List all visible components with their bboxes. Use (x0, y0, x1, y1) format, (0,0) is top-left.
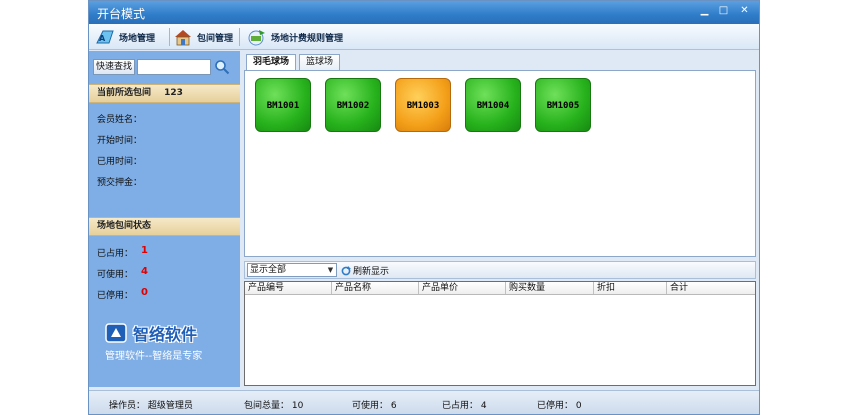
room-mgmt-label: 包间管理 (197, 33, 234, 44)
quick-search-input[interactable] (137, 58, 211, 75)
title-bar: 开台模式 ▁ □ ✕ (89, 1, 759, 24)
table-header: 产品编号 产品名称 产品单价 购买数量 折扣 合计 (245, 282, 755, 295)
close-button[interactable]: ✕ (737, 4, 752, 18)
company-logo: 智络软件 管理软件--智络是专家 (105, 321, 235, 365)
status-header: 场地包间状态 (89, 217, 240, 236)
column-header[interactable]: 产品名称 (332, 282, 419, 294)
billing-icon (248, 30, 265, 46)
selected-room-value: 123 (164, 88, 183, 98)
left-panel: 快速查找 当前所选包间 123 会员姓名： 开始时间： 已用时间： 预交押金： … (89, 51, 240, 387)
deposit-label: 预交押金： (97, 178, 143, 188)
chevron-down-icon: ▼ (327, 266, 334, 274)
column-header[interactable]: 产品编号 (245, 282, 332, 294)
maximize-button[interactable]: □ (716, 4, 731, 18)
window-title: 开台模式 (97, 7, 146, 21)
total-rooms-status: 包间总量： 10 (244, 401, 304, 411)
logo-icon (105, 323, 127, 343)
court-tile[interactable]: BM1005 (535, 78, 591, 132)
status-bar: 操作员： 超级管理员 包间总量： 10 可使用： 6 已占用： 4 已停用： 0 (89, 390, 759, 414)
selected-room-header: 当前所选包间 123 (89, 84, 240, 103)
stopped-label: 已停用： (97, 291, 134, 301)
billing-rules-button[interactable]: 场地计费规则管理 (247, 27, 343, 47)
venue-tabs: 羽毛球场 篮球场 (246, 54, 343, 71)
logo-slogan: 管理软件--智络是专家 (105, 351, 203, 362)
selected-room-label: 当前所选包间 (97, 88, 152, 98)
billing-rules-label: 场地计费规则管理 (271, 33, 344, 44)
column-header[interactable]: 折扣 (594, 282, 667, 294)
filter-bar: 显示全部 ▼ 刷新显示 (244, 261, 756, 279)
display-filter-value: 显示全部 (250, 265, 287, 275)
court-tile[interactable]: BM1002 (325, 78, 381, 132)
court-grid: BM1001 BM1002 BM1003 BM1004 BM1005 (244, 70, 756, 257)
start-time-label: 开始时间： (97, 136, 143, 146)
toolbar-divider (239, 28, 240, 46)
minimize-button[interactable]: ▁ (697, 4, 712, 18)
tab-basketball[interactable]: 篮球场 (299, 54, 341, 70)
tab-badminton[interactable]: 羽毛球场 (246, 54, 297, 71)
house-icon (175, 30, 191, 46)
stopped-status: 已停用： 0 (537, 401, 582, 411)
refresh-button[interactable]: 刷新显示 (341, 264, 389, 277)
svg-text:A: A (99, 34, 106, 43)
available-status: 可使用： 6 (352, 401, 397, 411)
product-table: 产品编号 产品名称 产品单价 购买数量 折扣 合计 (244, 281, 756, 386)
logo-name: 智络软件 (133, 325, 198, 344)
available-label: 可使用： (97, 270, 134, 280)
used-time-label: 已用时间： (97, 157, 143, 167)
display-filter-select[interactable]: 显示全部 ▼ (247, 263, 337, 277)
operator-status: 操作员： 超级管理员 (109, 401, 193, 411)
room-mgmt-button[interactable]: 包间管理 (173, 27, 233, 47)
main-window: 开台模式 ▁ □ ✕ A 场地管理 包间管理 场地计费规则管理 快速查找 当前所… (88, 0, 760, 415)
column-header[interactable]: 合计 (667, 282, 755, 294)
right-panel: 羽毛球场 篮球场 BM1001 BM1002 BM1003 BM1004 BM1… (242, 51, 759, 387)
court-icon: A (96, 30, 114, 44)
refresh-icon (341, 265, 351, 275)
column-header[interactable]: 购买数量 (506, 282, 594, 294)
available-count: 4 (141, 266, 148, 277)
venue-mgmt-label: 场地管理 (119, 33, 156, 44)
toolbar: A 场地管理 包间管理 场地计费规则管理 (89, 24, 759, 50)
court-tile[interactable]: BM1003 (395, 78, 451, 132)
quick-search: 快速查找 (93, 58, 230, 75)
occupied-status: 已占用： 4 (442, 401, 487, 411)
stopped-count: 0 (141, 287, 148, 298)
occupied-count: 1 (141, 245, 148, 256)
column-header[interactable]: 产品单价 (419, 282, 506, 294)
search-icon[interactable] (214, 59, 230, 75)
occupied-label: 已占用： (97, 249, 134, 259)
venue-mgmt-button[interactable]: A 场地管理 (95, 27, 155, 47)
court-tile[interactable]: BM1004 (465, 78, 521, 132)
member-name-label: 会员姓名： (97, 115, 143, 125)
refresh-label: 刷新显示 (353, 267, 390, 277)
quick-search-button[interactable]: 快速查找 (93, 58, 135, 75)
toolbar-divider (169, 28, 170, 46)
court-tile[interactable]: BM1001 (255, 78, 311, 132)
